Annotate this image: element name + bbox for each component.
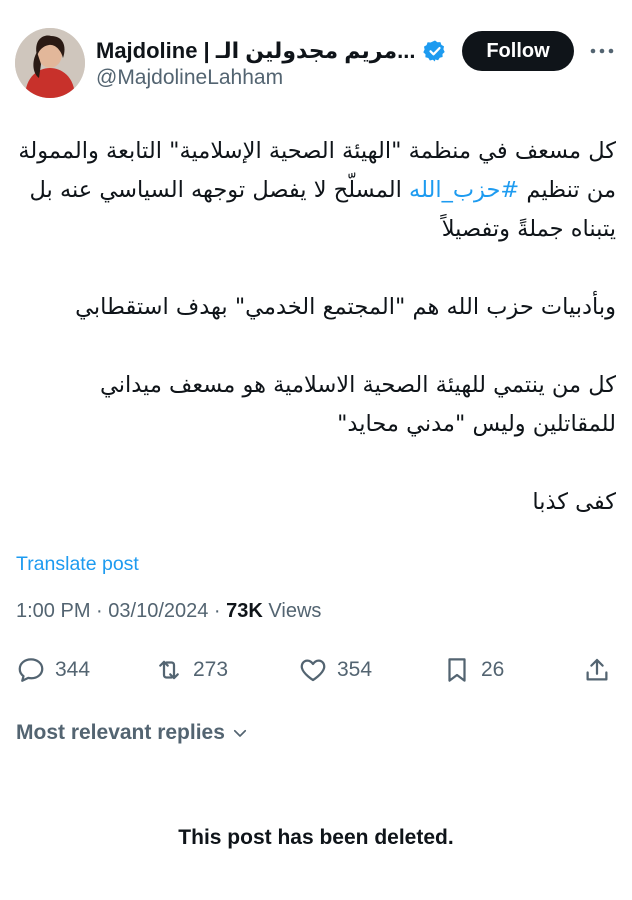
replies-sort-dropdown[interactable]: Most relevant replies	[16, 721, 249, 745]
repost-count: 273	[193, 658, 229, 681]
hashtag-link[interactable]: #حزب_الله	[409, 177, 519, 203]
bookmark-icon	[448, 658, 466, 682]
meta-separator: ·	[90, 600, 109, 622]
share-icon	[586, 658, 608, 681]
heart-icon	[300, 659, 326, 682]
author-name-row[interactable]: Majdoline | مريم مجدولين الـ...	[96, 34, 447, 68]
verified-badge-icon[interactable]	[423, 39, 447, 63]
post-paragraph-4: كفى كذبا	[532, 489, 616, 515]
action-bar: 344 273 354 26	[16, 652, 616, 688]
translate-post-link[interactable]: Translate post	[16, 553, 139, 576]
post-detail-view: Majdoline | مريم مجدولين الـ... @Majdoli…	[0, 0, 632, 900]
post-paragraph-1: كل مسعف في منظمة "الهيئة الصحية الإسلامي…	[16, 132, 616, 249]
repost-icon	[159, 660, 179, 680]
bookmark-count: 26	[481, 658, 505, 681]
post-text: كل مسعف في منظمة "الهيئة الصحية الإسلامي…	[16, 132, 616, 561]
post-date[interactable]: 03/10/2024	[108, 600, 208, 622]
author-display-name[interactable]: Majdoline | مريم مجدولين الـ...	[96, 38, 415, 64]
meta-separator: ·	[208, 600, 227, 622]
post-metadata: 1:00 PM · 03/10/2024 · 73K Views	[16, 600, 321, 623]
repost-button[interactable]: 273	[154, 652, 228, 688]
post-paragraph-2: وبأدبيات حزب الله هم "المجتمع الخدمي" به…	[75, 294, 616, 320]
post-paragraph-3: كل من ينتمي للهيئة الصحية الاسلامية هو م…	[99, 372, 616, 437]
replies-sort-label: Most relevant replies	[16, 721, 225, 744]
chevron-down-icon	[233, 729, 246, 737]
share-button[interactable]	[582, 652, 612, 688]
follow-button[interactable]: Follow	[462, 31, 574, 71]
author-handle[interactable]: @MajdolineLahham	[96, 66, 283, 90]
deleted-post-notice: This post has been deleted.	[178, 826, 454, 849]
views-label: Views	[262, 600, 322, 622]
like-button[interactable]: 354	[298, 652, 372, 688]
reply-icon	[18, 658, 44, 682]
like-count: 354	[337, 658, 373, 681]
more-horizontal-icon[interactable]	[588, 41, 616, 61]
views-count: 73K	[226, 600, 263, 622]
reply-count: 344	[55, 658, 91, 681]
bookmark-button[interactable]: 26	[442, 652, 504, 688]
profile-photo-icon	[15, 28, 85, 98]
divider	[16, 706, 616, 707]
reply-button[interactable]: 344	[16, 652, 90, 688]
avatar[interactable]	[15, 28, 85, 98]
post-time[interactable]: 1:00 PM	[16, 600, 90, 622]
